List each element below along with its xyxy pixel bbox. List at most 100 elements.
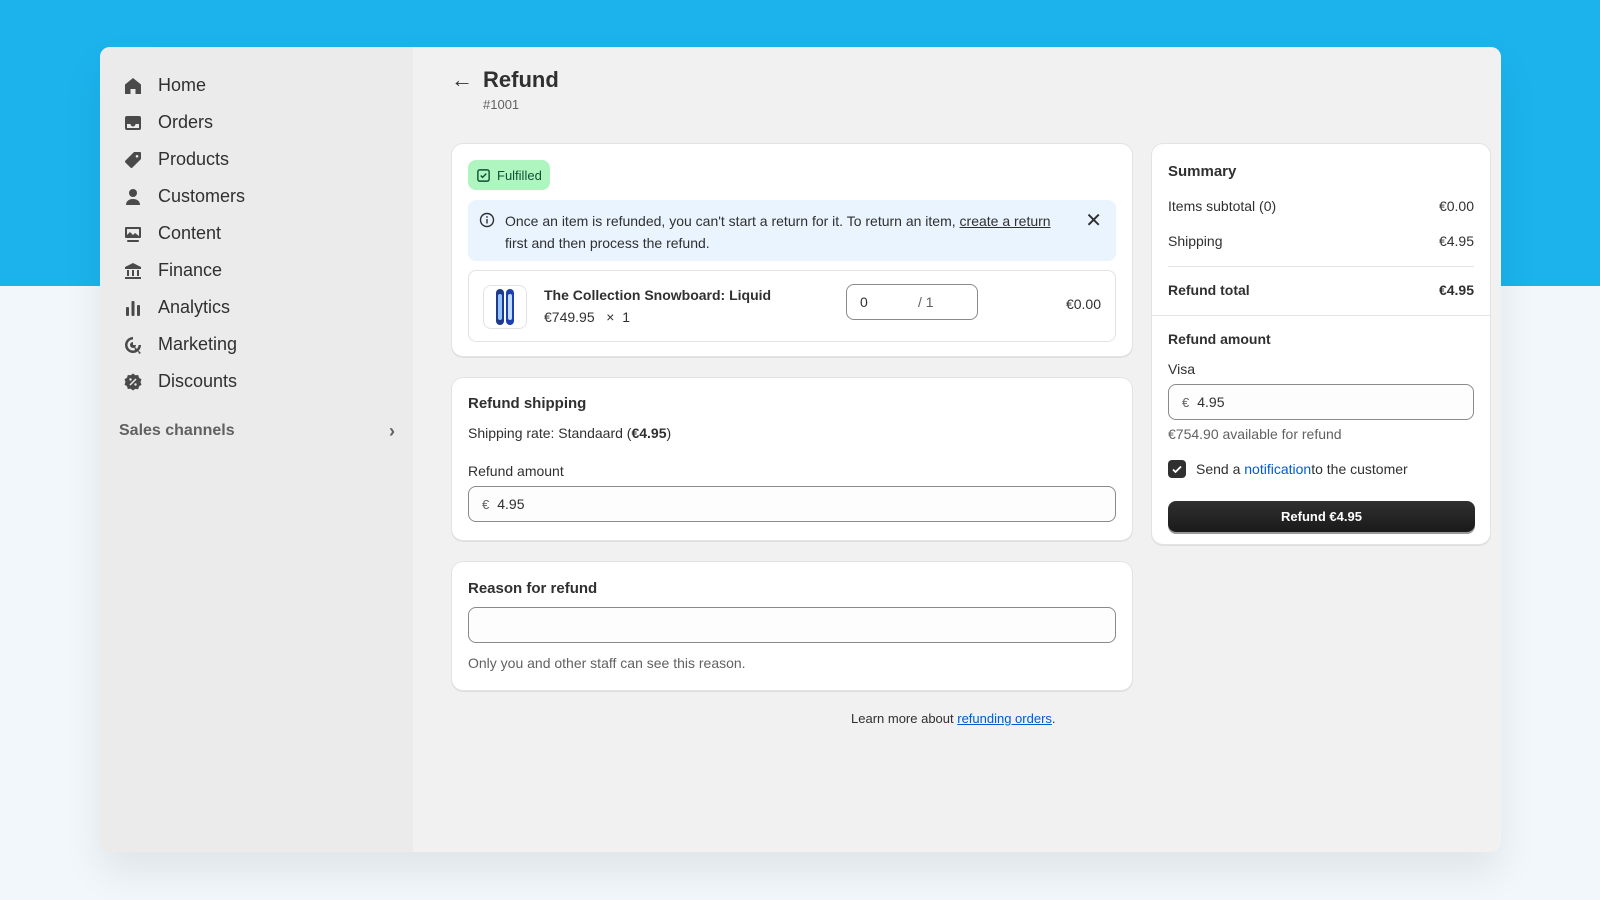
shipping-rate: Shipping rate: Standaard (€4.95) (468, 425, 1116, 441)
image-icon (122, 223, 144, 245)
target-icon (122, 334, 144, 356)
line-total: €0.00 (1065, 296, 1101, 312)
summary-title: Summary (1168, 163, 1237, 180)
sidebar-item-label: Finance (158, 260, 223, 280)
refund-total-value: €4.95 (1438, 282, 1474, 298)
available-for-refund: €754.90 available for refund (1168, 426, 1342, 442)
page-header: ← Refund #1001 (451, 67, 559, 112)
product-price-line: €749.95 × 1 (544, 309, 630, 325)
sidebar-item-label: Content (158, 223, 222, 243)
shipping-rate-label: Shipping rate: Standaard ( (468, 425, 632, 441)
sidebar-item-content[interactable]: Content (100, 215, 413, 252)
reason-title: Reason for refund (468, 580, 598, 597)
back-arrow-icon[interactable]: ← (451, 67, 473, 93)
sidebar-item-label: Home (158, 75, 207, 95)
payment-refund-input[interactable]: € 4.95 (1168, 384, 1474, 420)
sidebar-item-discounts[interactable]: Discounts (100, 363, 413, 400)
product-quantity: 1 (622, 309, 631, 325)
line-item: The Collection Snowboard: Liquid €749.95… (468, 270, 1116, 342)
sidebar-item-products[interactable]: Products (100, 141, 413, 178)
refund-shipping-card: Refund shipping Shipping rate: Standaard… (451, 377, 1133, 541)
divider (1152, 315, 1490, 316)
home-icon (122, 75, 144, 97)
bank-icon (122, 260, 144, 282)
inbox-icon (122, 112, 144, 134)
close-icon[interactable]: ✕ (1085, 210, 1102, 232)
sidebar-item-analytics[interactable]: Analytics (100, 289, 413, 326)
banner-text: Once an item is refunded, you can't star… (505, 213, 960, 229)
product-name: The Collection Snowboard: Liquid (544, 287, 772, 303)
sidebar-item-label: Marketing (158, 334, 238, 354)
refund-total-label: Refund total (1168, 282, 1250, 298)
fulfilled-icon (477, 168, 490, 182)
shipping-refund-input[interactable]: € 4.95 (468, 486, 1116, 522)
reason-card: Reason for refund Only you and other sta… (451, 561, 1133, 691)
learn-more-text: Learn more about (851, 711, 958, 726)
divider (1168, 266, 1474, 267)
notify-checkbox[interactable] (1168, 460, 1186, 478)
app-window: Home Orders Products Customers Content F… (100, 47, 1501, 852)
sidebar-item-finance[interactable]: Finance (100, 252, 413, 289)
sidebar-item-label: Analytics (158, 297, 231, 317)
notification-link[interactable]: notification (1244, 461, 1311, 477)
refund-button[interactable]: Refund €4.95 (1168, 501, 1475, 532)
refund-amount-label: Refund amount (468, 463, 564, 479)
reason-input[interactable] (468, 607, 1116, 643)
shipping-rate-value: €4.95 (631, 425, 667, 441)
learn-more-end: . (1051, 711, 1056, 726)
banner-text-end: first and then process the refund. (505, 235, 710, 251)
fulfilled-card: Fulfilled Once an item is refunded, you … (451, 143, 1133, 357)
shipping-label: Shipping (1168, 233, 1223, 249)
payment-refund-value: 4.95 (1197, 394, 1225, 410)
shipping-row: Shipping €4.95 (1168, 233, 1474, 249)
items-subtotal-value: €0.00 (1438, 198, 1474, 214)
sidebar-item-marketing[interactable]: Marketing (100, 326, 413, 363)
bar-chart-icon (122, 297, 144, 319)
product-price: €749.95 (544, 309, 595, 325)
page-title: Refund (483, 67, 559, 92)
sidebar-item-label: Orders (158, 112, 214, 132)
badge-label: Fulfilled (497, 167, 542, 183)
sidebar-item-label: Discounts (158, 371, 238, 391)
sidebar-item-home[interactable]: Home (100, 67, 413, 104)
currency-symbol: € (482, 496, 490, 512)
order-number: #1001 (483, 97, 520, 112)
info-icon (479, 212, 495, 228)
items-subtotal-label: Items subtotal (0) (1168, 198, 1277, 214)
info-banner: Once an item is refunded, you can't star… (468, 200, 1116, 261)
sales-channels-label: Sales channels (119, 422, 235, 439)
currency-symbol: € (1182, 394, 1190, 410)
checkmark-icon (1172, 465, 1182, 474)
items-subtotal-row: Items subtotal (0) €0.00 (1168, 198, 1474, 214)
person-icon (122, 186, 144, 208)
refund-quantity-value: 0 (860, 294, 868, 310)
sidebar-item-customers[interactable]: Customers (100, 178, 413, 215)
summary-card: Summary Items subtotal (0) €0.00 Shippin… (1151, 143, 1491, 545)
sidebar-item-label: Customers (158, 186, 246, 206)
product-thumbnail (483, 285, 527, 329)
notify-text-after: to the customer (1311, 461, 1408, 477)
discount-badge-icon (122, 371, 144, 393)
refund-quantity-input[interactable]: 0 / 1 (846, 284, 978, 320)
shipping-refund-value: 4.95 (497, 496, 525, 512)
snowboard-image (496, 289, 514, 325)
sidebar-item-label: Products (158, 149, 230, 169)
create-return-link[interactable]: create a return (960, 213, 1051, 229)
main-content: ← Refund #1001 Fulfilled Once an item is… (413, 47, 1501, 852)
payment-method: Visa (1168, 361, 1195, 377)
refund-shipping-title: Refund shipping (468, 395, 587, 412)
times-sign: × (606, 309, 615, 325)
refund-amount-title: Refund amount (1168, 331, 1271, 347)
learn-more: Learn more about refunding orders. (451, 711, 1501, 726)
sidebar-item-orders[interactable]: Orders (100, 104, 413, 141)
sales-channels-section[interactable]: Sales channels › (100, 416, 413, 446)
tag-icon (122, 149, 144, 171)
refunding-orders-link[interactable]: refunding orders (957, 711, 1052, 726)
reason-help-text: Only you and other staff can see this re… (468, 655, 746, 671)
notify-text-before: Send a (1196, 461, 1241, 477)
refund-total-row: Refund total €4.95 (1168, 282, 1474, 298)
shipping-value: €4.95 (1438, 233, 1474, 249)
sidebar: Home Orders Products Customers Content F… (100, 47, 413, 852)
chevron-right-icon: › (389, 420, 395, 441)
notify-customer-row: Send a notification to the customer (1168, 460, 1408, 478)
